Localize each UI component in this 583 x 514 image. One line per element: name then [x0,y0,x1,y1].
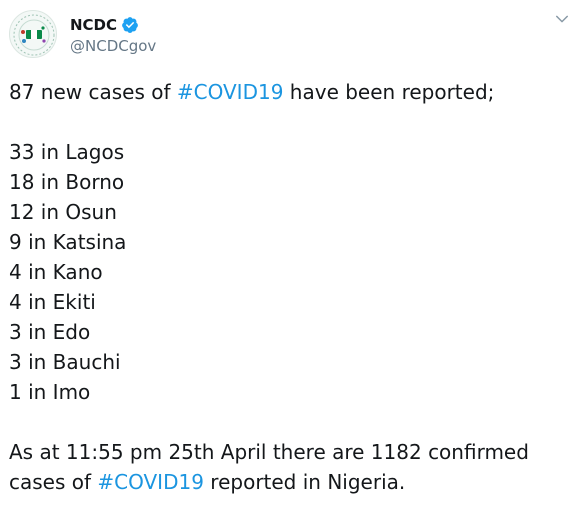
hashtag-link[interactable]: #COVID19 [177,80,284,104]
case-line: 4 in Ekiti [9,290,96,314]
account-handle[interactable]: @NCDCgov [70,37,156,55]
case-line: 1 in Imo [9,380,91,404]
hashtag-link[interactable]: #COVID19 [97,470,204,494]
summary-text: cases of [9,470,98,494]
case-line: 12 in Osun [9,200,117,224]
account-names: NCDC @NCDCgov [70,14,156,55]
case-line: 18 in Borno [9,170,125,194]
summary-text-end: reported in Nigeria. [203,470,406,494]
tweet-text: 87 new cases of #COVID19 have been repor… [9,77,574,497]
avatar[interactable] [9,10,57,58]
intro-text: 87 new cases of [9,80,177,104]
case-line: 33 in Lagos [9,140,125,164]
display-name[interactable]: NCDC [70,16,117,34]
tweet-intro: 87 new cases of #COVID19 have been repor… [9,77,574,107]
ncdc-logo-icon [13,14,55,56]
case-line: 9 in Katsina [9,230,127,254]
summary-line: As at 11:55 pm 25th April there are 1182… [9,440,529,464]
verified-badge-icon [122,16,138,33]
name-row: NCDC [70,14,156,36]
chevron-down-icon[interactable] [553,10,571,28]
intro-text-end: have been reported; [283,80,495,104]
summary-line-2: cases of #COVID19 reported in Nigeria. [9,467,574,497]
case-line: 3 in Bauchi [9,350,121,374]
case-line: 4 in Kano [9,260,103,284]
tweet-card: NCDC @NCDCgov 87 new cases of #COVID19 h… [0,0,583,514]
tweet-header: NCDC @NCDCgov [9,9,156,59]
case-line: 3 in Edo [9,320,91,344]
